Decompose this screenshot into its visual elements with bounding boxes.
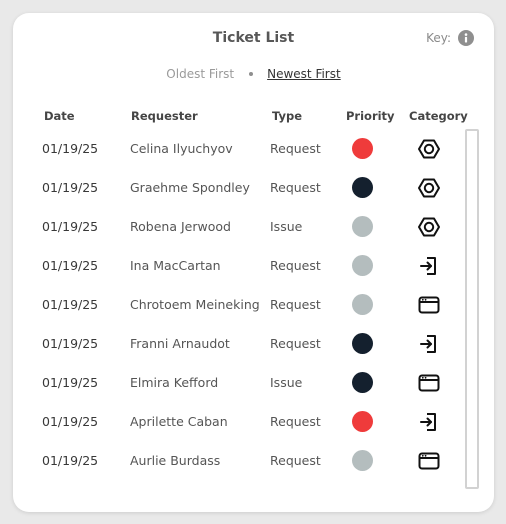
row-requester: Elmira Kefford bbox=[130, 375, 219, 390]
row-date: 01/19/25 bbox=[42, 414, 99, 429]
row-requester: Franni Arnaudot bbox=[130, 336, 230, 351]
separator-dot bbox=[249, 72, 254, 76]
row-type: Request bbox=[270, 453, 321, 468]
row-type: Issue bbox=[270, 219, 303, 234]
column-header-type[interactable]: Type bbox=[272, 109, 302, 123]
row-type: Request bbox=[270, 258, 321, 273]
priority-high-indicator bbox=[352, 411, 373, 432]
row-date: 01/19/25 bbox=[42, 336, 99, 351]
login-arrow-icon bbox=[417, 332, 441, 356]
priority-low-indicator bbox=[352, 294, 373, 315]
row-date: 01/19/25 bbox=[42, 453, 99, 468]
row-type: Request bbox=[270, 414, 321, 429]
table-row[interactable]: 01/19/25 Franni Arnaudot Request bbox=[13, 324, 473, 363]
row-requester: Chrotoem Meineking bbox=[130, 297, 260, 312]
row-date: 01/19/25 bbox=[42, 258, 99, 273]
priority-medium-indicator bbox=[352, 177, 373, 198]
sort-newest-first[interactable]: Newest First bbox=[267, 67, 341, 81]
table-row[interactable]: 01/19/25 Robena Jerwood Issue bbox=[13, 207, 473, 246]
row-requester: Ina MacCartan bbox=[130, 258, 221, 273]
row-date: 01/19/25 bbox=[42, 375, 99, 390]
row-type: Request bbox=[270, 141, 321, 156]
key-label: Key: bbox=[426, 31, 451, 45]
table-row[interactable]: 01/19/25 Celina Ilyuchyov Request bbox=[13, 129, 473, 168]
row-type: Request bbox=[270, 297, 321, 312]
browser-window-icon bbox=[417, 371, 441, 395]
table-row[interactable]: 01/19/25 Elmira Kefford Issue bbox=[13, 363, 473, 402]
browser-window-icon bbox=[417, 449, 441, 473]
table-row[interactable]: 01/19/25 Chrotoem Meineking Request bbox=[13, 285, 473, 324]
row-requester: Aurlie Burdass bbox=[130, 453, 221, 468]
row-date: 01/19/25 bbox=[42, 297, 99, 312]
hexagon-nut-icon bbox=[417, 215, 441, 239]
priority-medium-indicator bbox=[352, 372, 373, 393]
table-row[interactable]: 01/19/25Arch ElvishRequest bbox=[13, 480, 473, 491]
priority-high-indicator bbox=[352, 138, 373, 159]
login-arrow-icon bbox=[417, 410, 441, 434]
table-row[interactable]: 01/19/25 Ina MacCartan Request bbox=[13, 246, 473, 285]
priority-low-indicator bbox=[352, 255, 373, 276]
row-date: 01/19/25 bbox=[42, 219, 99, 234]
row-date: 01/19/25 bbox=[42, 141, 99, 156]
column-header-priority[interactable]: Priority bbox=[346, 109, 395, 123]
priority-low-indicator bbox=[352, 450, 373, 471]
browser-window-icon bbox=[417, 293, 441, 317]
row-requester: Aprilette Caban bbox=[130, 414, 228, 429]
row-requester: Robena Jerwood bbox=[130, 219, 231, 234]
priority-medium-indicator bbox=[352, 333, 373, 354]
sort-oldest-first[interactable]: Oldest First bbox=[166, 67, 234, 81]
table-row[interactable]: 01/19/25 Graehme Spondley Request bbox=[13, 168, 473, 207]
scrollbar[interactable] bbox=[465, 129, 479, 489]
column-header-category[interactable]: Category bbox=[409, 109, 468, 123]
row-type: Issue bbox=[270, 375, 303, 390]
ticket-list-panel: Ticket List Key: Oldest First Newest Fir… bbox=[13, 13, 494, 512]
row-date: 01/19/25 bbox=[42, 180, 99, 195]
hexagon-nut-icon bbox=[417, 176, 441, 200]
row-requester: Graehme Spondley bbox=[130, 180, 250, 195]
ticket-table-body: 01/19/25 Celina Ilyuchyov Request 01/19/25 G… bbox=[13, 129, 473, 491]
column-header-requester[interactable]: Requester bbox=[131, 109, 198, 123]
panel-title: Ticket List bbox=[212, 30, 295, 46]
hexagon-nut-icon bbox=[417, 137, 441, 161]
row-type: Request bbox=[270, 336, 321, 351]
row-requester: Celina Ilyuchyov bbox=[130, 141, 233, 156]
table-header: Date Requester Type Priority Category bbox=[13, 109, 494, 125]
column-header-date[interactable]: Date bbox=[44, 109, 75, 123]
priority-low-indicator bbox=[352, 216, 373, 237]
row-type: Request bbox=[270, 180, 321, 195]
table-row[interactable]: 01/19/25 Aurlie Burdass Request bbox=[13, 441, 473, 480]
sort-toggle: Oldest First Newest First bbox=[13, 67, 494, 81]
key-legend[interactable]: Key: bbox=[426, 30, 474, 46]
table-row[interactable]: 01/19/25 Aprilette Caban Request bbox=[13, 402, 473, 441]
login-arrow-icon bbox=[417, 254, 441, 278]
info-icon[interactable] bbox=[458, 30, 474, 46]
